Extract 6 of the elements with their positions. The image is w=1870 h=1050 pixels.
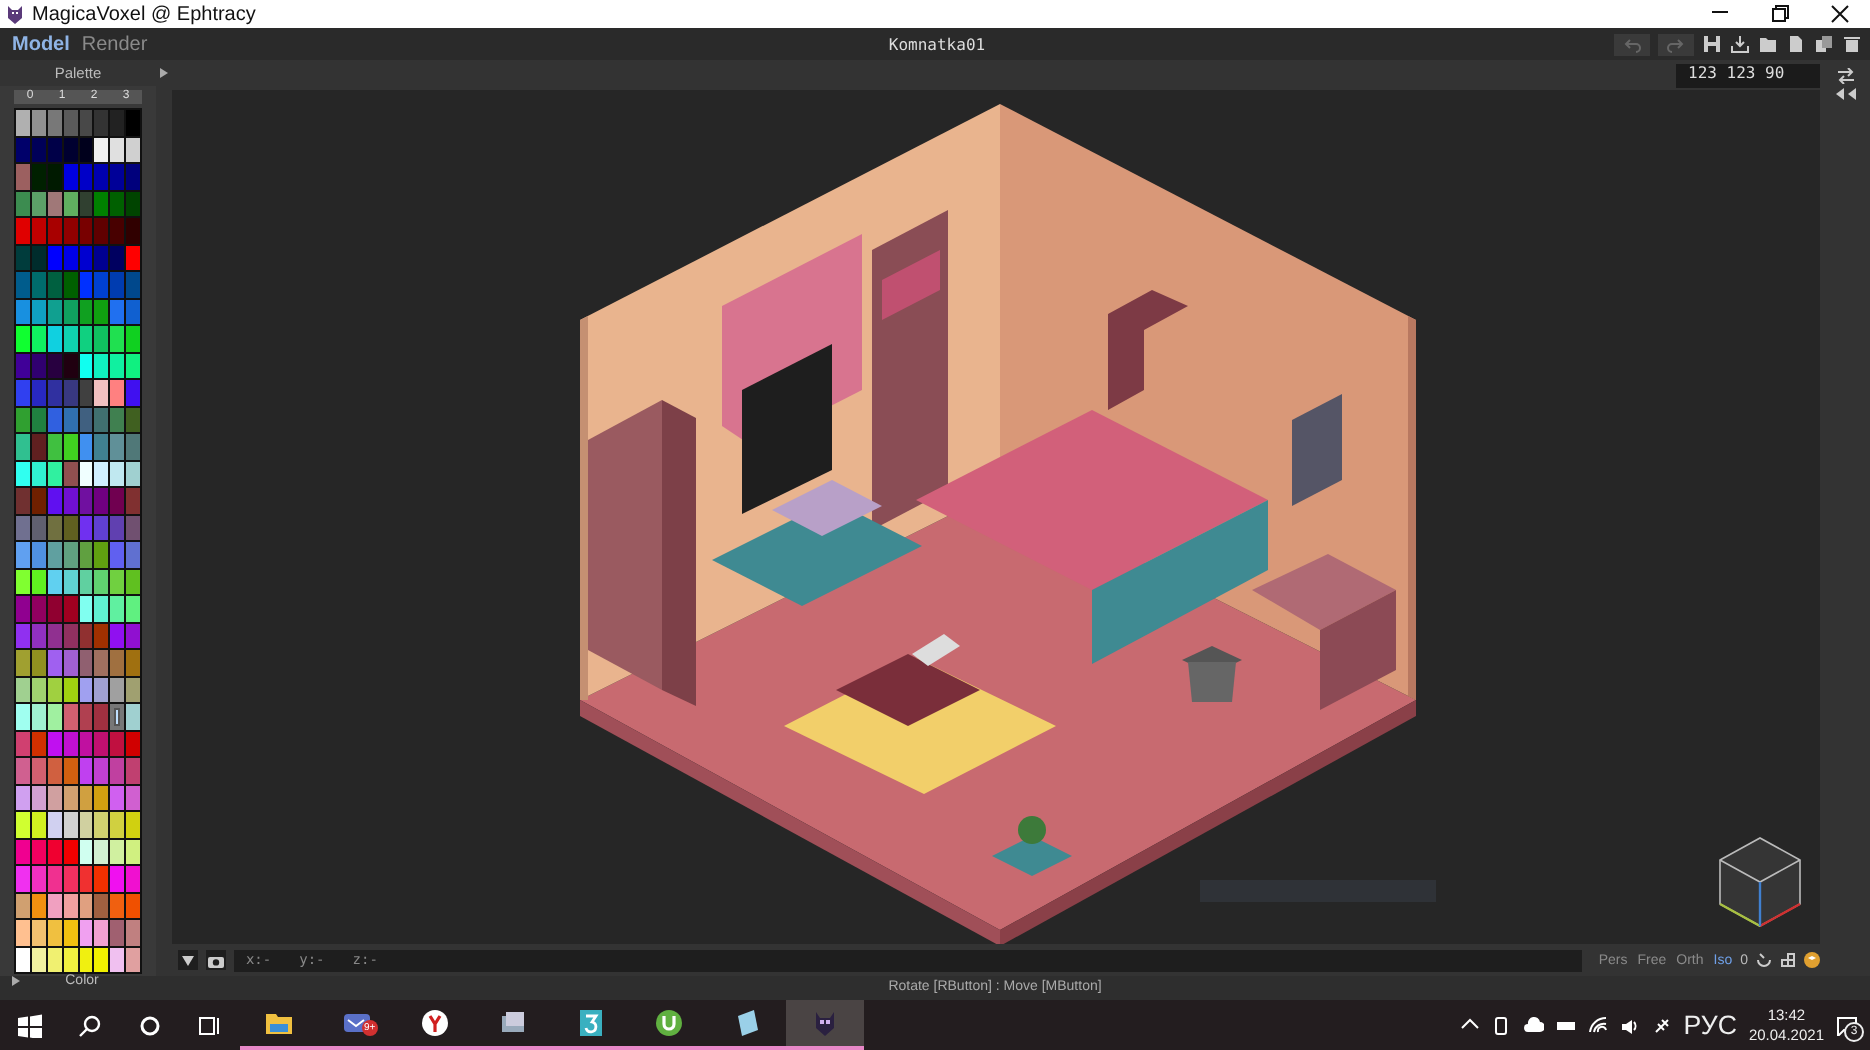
document-title: Komnatka01 [886, 35, 988, 53]
mode-tab[interactable]: Render [81, 33, 148, 55]
mode-tab[interactable]: Model [12, 33, 70, 55]
size-field[interactable]: 123 123 90 [1676, 63, 1820, 87]
window-title: MagicaVoxel @ Ephtracy [32, 3, 258, 25]
language-indicator[interactable]: РУС [1683, 1010, 1737, 1040]
